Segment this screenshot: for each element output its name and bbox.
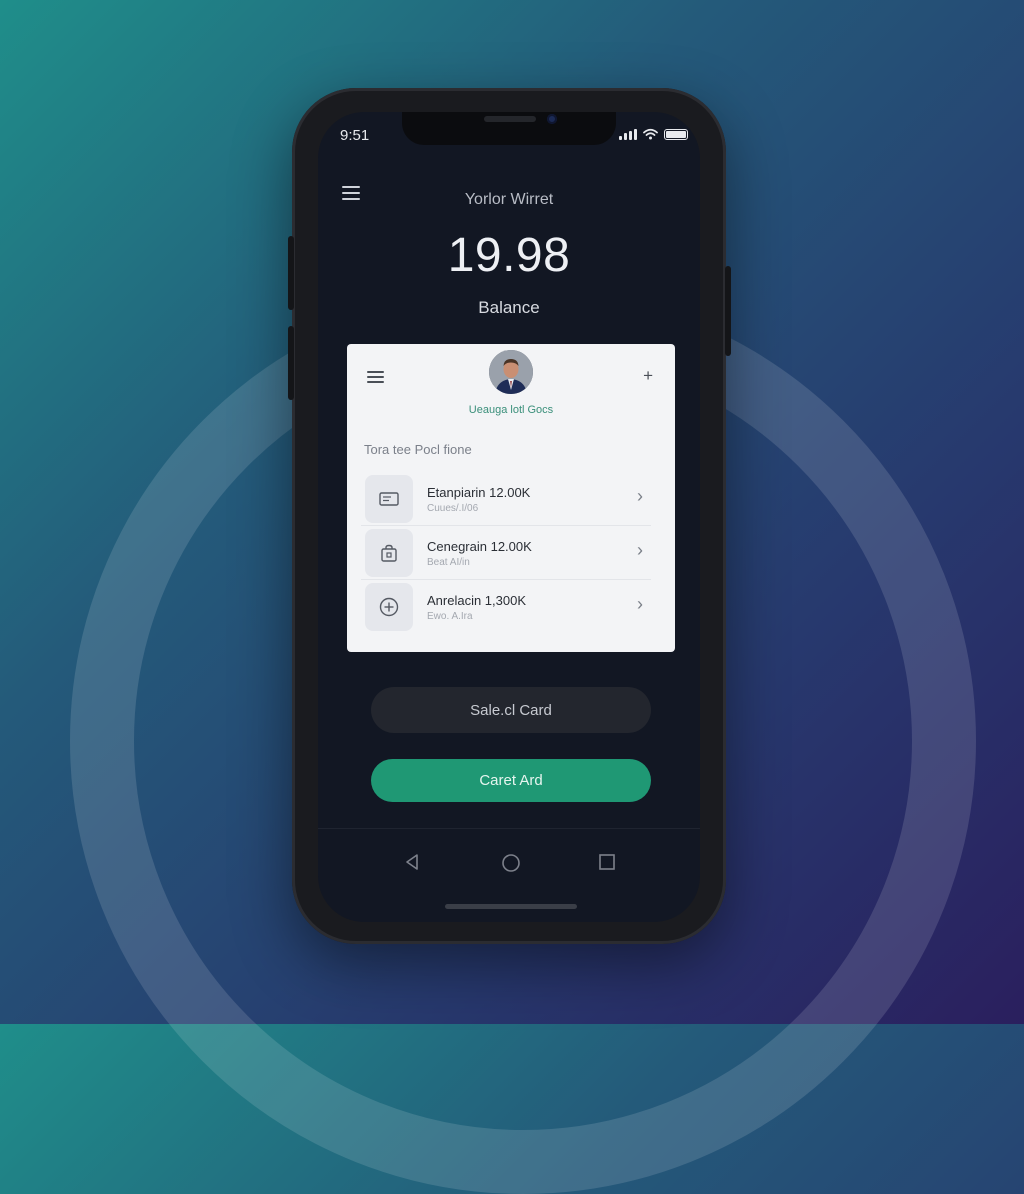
chevron-right-icon: › [637, 540, 643, 560]
balance-label: Balance [478, 298, 540, 317]
plus-circle-icon [365, 583, 413, 631]
list-item-subtitle: Cuues/.I/06 [427, 503, 479, 514]
system-nav-bar [318, 828, 700, 889]
wallet-title: Yorlor Wirret [464, 191, 554, 208]
front-camera [547, 114, 557, 124]
list-item-title: Anrelacin 1,300K [427, 593, 527, 608]
phone-side-button [288, 236, 294, 310]
chevron-right-icon: › [637, 486, 643, 506]
section-label: Tora tee Pocl fione [364, 442, 472, 457]
card-holder-name: Ueauga lotl Gocs [468, 404, 554, 416]
card-list: Etanpiarin 12.00K Cuues/.I/06 › Cenegrai… [361, 472, 651, 633]
phone-power-button [725, 266, 731, 356]
chevron-right-icon: › [637, 594, 643, 614]
battery-icon [664, 128, 688, 140]
list-item[interactable]: Etanpiarin 12.00K Cuues/.I/06 › [361, 472, 651, 526]
list-item-subtitle: Ewo. A.Ira [427, 611, 473, 622]
home-indicator[interactable] [445, 904, 577, 909]
status-icons [619, 128, 688, 140]
notch [402, 112, 616, 145]
select-card-button[interactable]: Sale.cl Card [371, 687, 651, 733]
wallet-card-panel: + Ueauga lotl Gocs Tora tee Pocl fione E… [347, 344, 675, 652]
avatar[interactable] [489, 350, 533, 394]
phone-side-button [288, 326, 294, 400]
bag-icon [365, 529, 413, 577]
list-item[interactable]: Cenegrain 12.00K Beat AI/in › [361, 526, 651, 580]
home-icon[interactable] [501, 853, 521, 873]
list-item[interactable]: Anrelacin 1,300K Ewo. A.Ira › [361, 580, 651, 633]
balance-amount: 19.98 [447, 229, 571, 282]
speaker-grille [484, 116, 536, 122]
create-card-button[interactable]: Caret Ard [371, 759, 651, 802]
wifi-icon [643, 128, 658, 140]
card-menu-icon[interactable] [367, 370, 385, 384]
phone-screen: 9:51 Yorlor Wirret 19.98 Balance + Ueaug… [318, 112, 700, 922]
list-item-title: Etanpiarin 12.00K [427, 485, 531, 500]
recent-apps-icon[interactable] [598, 853, 616, 871]
signal-icon [619, 128, 637, 140]
add-icon[interactable]: + [643, 366, 653, 386]
card-icon [365, 475, 413, 523]
list-item-subtitle: Beat AI/in [427, 557, 470, 568]
status-time: 9:51 [340, 127, 370, 144]
user-avatar-image [489, 350, 533, 394]
back-icon[interactable] [404, 853, 420, 871]
list-item-title: Cenegrain 12.00K [427, 539, 532, 554]
